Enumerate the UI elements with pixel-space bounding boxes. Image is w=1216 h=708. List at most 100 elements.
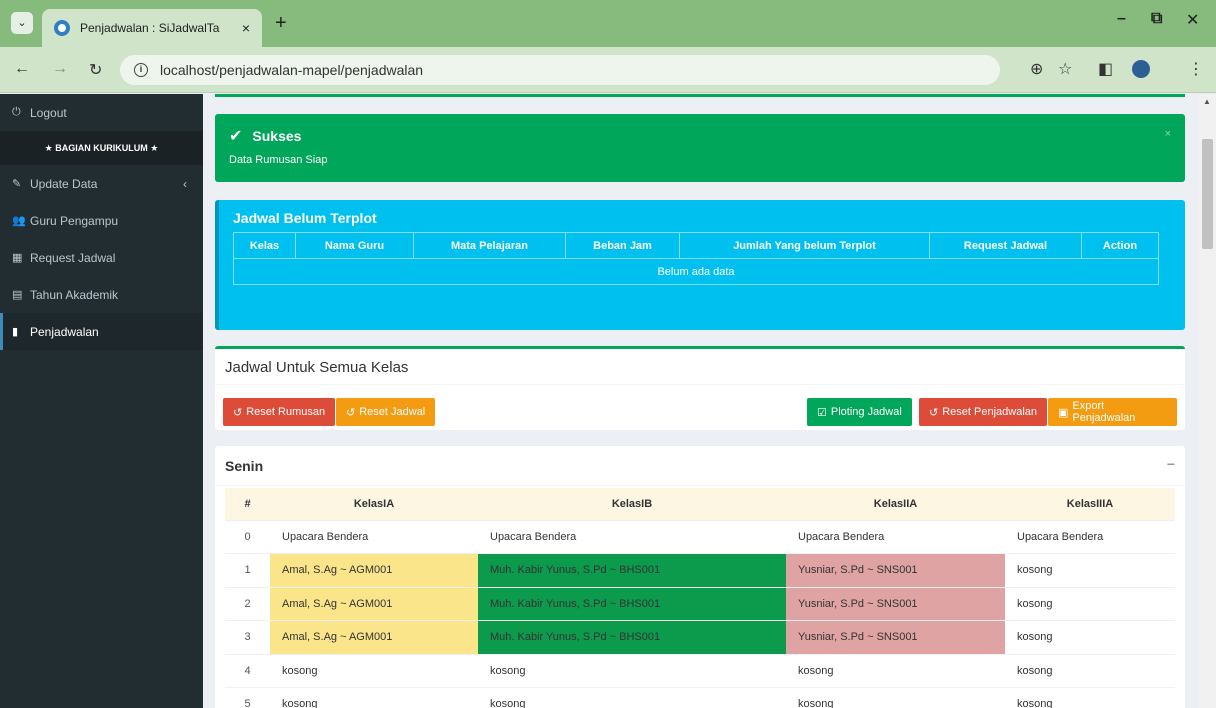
close-window-button[interactable]: ✕ <box>1186 10 1199 30</box>
undo-icon: ↺ <box>929 406 939 419</box>
users-icon: 👥 <box>12 215 26 227</box>
schedule-cell[interactable]: Yusniar, S.Pd ~ SNS001 <box>786 587 1005 621</box>
file-icon: ▮ <box>12 326 19 338</box>
schedule-cell[interactable]: Amal, S.Ag ~ AGM001 <box>270 587 478 621</box>
column-header: # <box>225 488 270 521</box>
row-number: 4 <box>225 654 270 688</box>
schedule-cell[interactable]: Upacara Bendera <box>786 520 1005 554</box>
column-header: Nama Guru <box>295 232 414 259</box>
ploting-jadwal-button[interactable]: ☑ Ploting Jadwal <box>807 398 912 426</box>
button-label: Ploting Jadwal <box>830 406 902 418</box>
export-penjadwalan-button[interactable]: ▣ Export Penjadwalan <box>1048 398 1177 426</box>
schedule-cell[interactable]: Amal, S.Ag ~ AGM001 <box>270 553 478 588</box>
schedule-cell[interactable]: kosong <box>1005 687 1175 708</box>
schedule-cell[interactable]: Muh. Kabir Yunus, S.Pd ~ BHS001 <box>478 553 786 588</box>
url-text: localhost/penjadwalan-mapel/penjadwalan <box>160 62 424 78</box>
address-bar[interactable]: i localhost/penjadwalan-mapel/penjadwala… <box>120 55 1000 85</box>
excel-file-icon: ▣ <box>1058 406 1069 419</box>
schedule-cell[interactable]: kosong <box>1005 654 1175 688</box>
reset-penjadwalan-button[interactable]: ↺ Reset Penjadwalan <box>919 398 1048 426</box>
sidebar-item-tahun-akademik[interactable]: ▤ Tahun Akademik <box>0 276 203 313</box>
undo-icon: ↺ <box>346 406 356 419</box>
minimize-button[interactable]: – <box>1117 10 1126 28</box>
check-icon: ✔ <box>229 128 243 145</box>
row-number: 5 <box>225 687 270 708</box>
restore-button[interactable]: ⧉ <box>1151 10 1162 28</box>
profile-avatar[interactable] <box>1132 60 1150 78</box>
schedule-cell[interactable]: kosong <box>786 687 1005 708</box>
schedule-cell[interactable]: Yusniar, S.Pd ~ SNS001 <box>786 620 1005 655</box>
browser-titlebar: ⌄ Penjadwalan : SiJadwalTa × + – ⧉ ✕ <box>0 0 1216 47</box>
all-classes-box: Jadwal Untuk Semua Kelas ↺ Reset Rumusan… <box>215 346 1185 430</box>
page-scrollbar[interactable]: ▲ <box>1199 94 1216 708</box>
sidebar-item-request-jadwal[interactable]: ▦ Request Jadwal <box>0 239 203 276</box>
table-row: 1 Amal, S.Ag ~ AGM001 Muh. Kabir Yunus, S.… <box>225 553 1175 588</box>
table-row: 3 Amal, S.Ag ~ AGM001 Muh. Kabir Yunus, S.… <box>225 620 1175 655</box>
bookmark-star-icon[interactable]: ☆ <box>1058 59 1072 79</box>
alert-message: Data Rumusan Siap <box>229 154 328 166</box>
scrollbar-thumb[interactable] <box>1202 139 1213 249</box>
browser-tab[interactable]: Penjadwalan : SiJadwalTa × <box>42 9 262 47</box>
day-schedule-box: Senin − # KelasIA KelasIB KelasIIA Kelas… <box>215 446 1185 708</box>
sidebar-item-label: Logout <box>30 105 67 120</box>
schedule-cell[interactable]: kosong <box>1005 620 1175 655</box>
edit-icon: ✎ <box>12 178 22 190</box>
menu-icon[interactable]: ⋮ <box>1188 59 1204 79</box>
sidebar-item-label: Update Data <box>30 176 98 191</box>
day-title: Senin <box>225 458 264 474</box>
new-tab-button[interactable]: + <box>275 12 287 34</box>
unplotted-box: Jadwal Belum Terplot Kelas Nama Guru Mat… <box>215 200 1185 330</box>
schedule-cell[interactable]: kosong <box>270 687 478 708</box>
row-number: 3 <box>225 620 270 655</box>
table-icon: ▦ <box>12 252 23 264</box>
sidebar-item-update-data[interactable]: ✎ Update Data ‹ <box>0 165 203 202</box>
schedule-cell[interactable]: Muh. Kabir Yunus, S.Pd ~ BHS001 <box>478 587 786 621</box>
column-header: Jumlah Yang belum Terplot <box>679 232 930 259</box>
schedule-cell[interactable]: kosong <box>270 654 478 688</box>
schedule-cell[interactable]: Amal, S.Ag ~ AGM001 <box>270 620 478 655</box>
sidebar-item-label: Tahun Akademik <box>30 287 119 302</box>
schedule-cell[interactable]: Upacara Bendera <box>270 520 478 554</box>
button-label: Export Penjadwalan <box>1072 400 1136 424</box>
back-icon[interactable]: ← <box>14 60 30 78</box>
site-info-icon[interactable]: i <box>134 63 148 77</box>
alert-close-icon[interactable]: × <box>1165 128 1171 140</box>
schedule-cell[interactable]: kosong <box>478 687 786 708</box>
schedule-cell[interactable]: Upacara Bendera <box>478 520 786 554</box>
schedule-cell[interactable]: kosong <box>786 654 1005 688</box>
button-label: Reset Penjadwalan <box>942 406 1038 418</box>
schedule-cell[interactable]: Muh. Kabir Yunus, S.Pd ~ BHS001 <box>478 620 786 655</box>
tab-close-icon[interactable]: × <box>242 20 250 36</box>
sidebar-item-label: Request Jadwal <box>30 250 116 265</box>
column-header: KelasIB <box>478 488 786 521</box>
forward-icon[interactable]: → <box>52 60 68 78</box>
favicon-icon <box>54 20 70 36</box>
sidebar-item-label: Guru Pengampu <box>30 213 119 228</box>
check-square-icon: ☑ <box>817 406 827 419</box>
sidebar-header: ★ BAGIAN KURIKULUM ★ <box>0 131 203 165</box>
schedule-cell[interactable]: kosong <box>478 654 786 688</box>
side-panel-icon[interactable]: ◧ <box>1098 59 1113 79</box>
chevron-left-icon: ‹ <box>183 176 187 191</box>
tab-list-button[interactable]: ⌄ <box>11 12 33 34</box>
column-header: Kelas <box>233 232 296 259</box>
column-header: KelasIIA <box>786 488 1005 521</box>
power-icon: ⏻ <box>12 106 21 118</box>
schedule-cell[interactable]: kosong <box>1005 553 1175 588</box>
schedule-cell[interactable]: kosong <box>1005 587 1175 621</box>
schedule-cell[interactable]: Yusniar, S.Pd ~ SNS001 <box>786 553 1005 588</box>
reset-rumusan-button[interactable]: ↺ Reset Rumusan <box>223 398 336 426</box>
row-number: 2 <box>225 587 270 621</box>
reset-jadwal-button[interactable]: ↺ Reset Jadwal <box>336 398 436 426</box>
sidebar-item-penjadwalan[interactable]: ▮ Penjadwalan <box>0 313 203 350</box>
sidebar-item-guru-pengampu[interactable]: 👥 Guru Pengampu <box>0 202 203 239</box>
button-label: Reset Rumusan <box>246 406 326 418</box>
table-row: 2 Amal, S.Ag ~ AGM001 Muh. Kabir Yunus, S.… <box>225 587 1175 621</box>
sidebar-item-logout[interactable]: ⏻ Logout <box>0 94 203 131</box>
schedule-cell[interactable]: Upacara Bendera <box>1005 520 1175 554</box>
browser-toolbar: ← → ↻ i localhost/penjadwalan-mapel/penj… <box>0 47 1216 93</box>
zoom-icon[interactable]: ⊕ <box>1030 59 1043 79</box>
collapse-icon[interactable]: − <box>1167 456 1175 472</box>
reload-icon[interactable]: ↻ <box>89 60 102 80</box>
scroll-up-icon[interactable]: ▲ <box>1203 97 1211 106</box>
